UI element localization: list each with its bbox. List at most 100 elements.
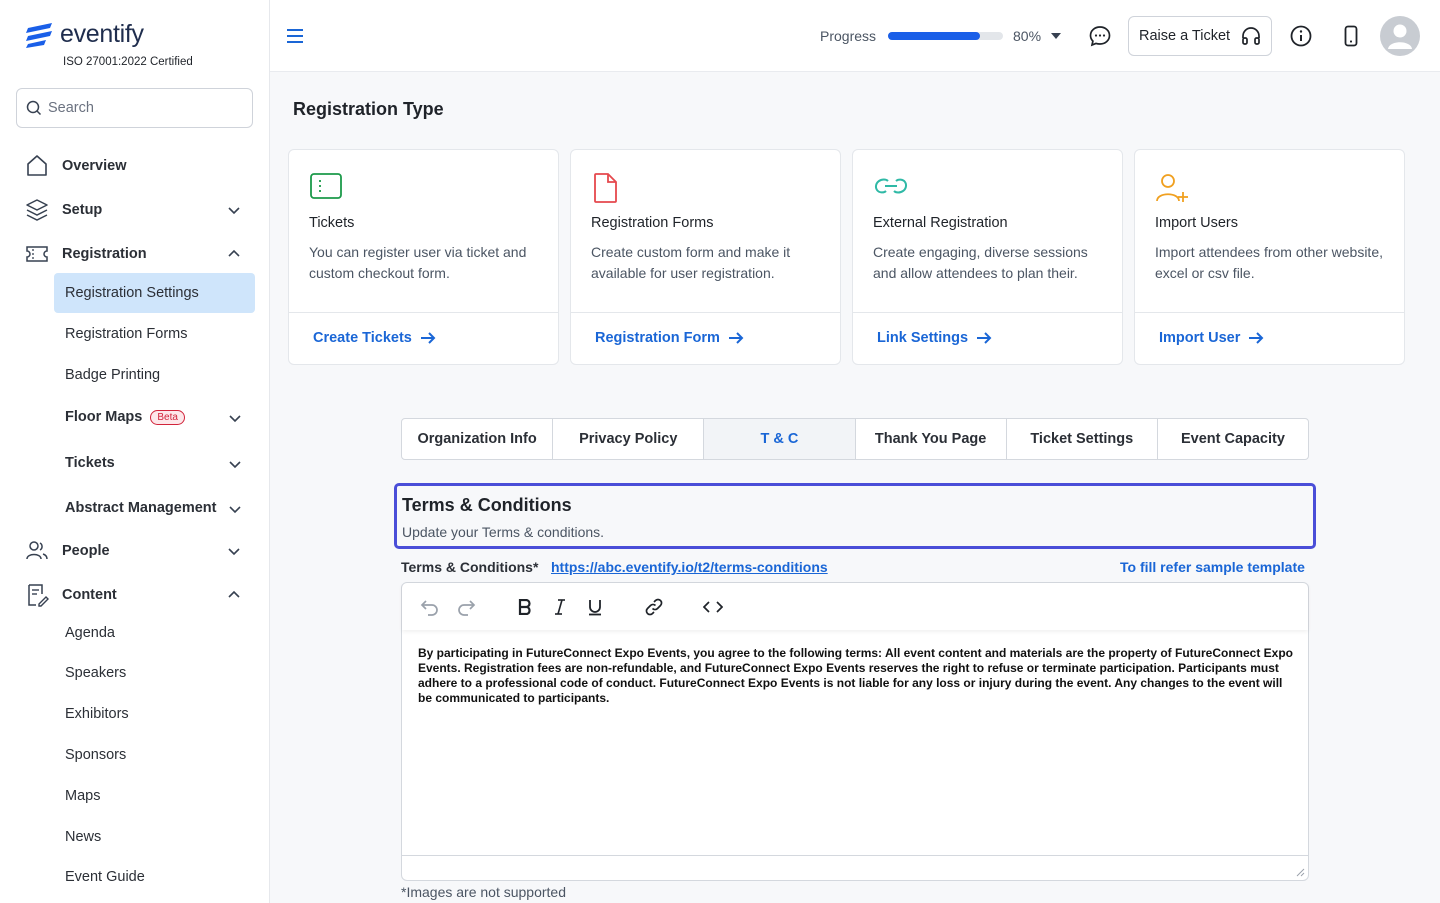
sidebar-item-setup[interactable]: Setup	[24, 192, 250, 228]
file-icon	[594, 173, 617, 203]
underline-icon	[589, 599, 601, 615]
card-divider	[289, 312, 558, 313]
sidebar-item-event-guide[interactable]: Event Guide	[54, 857, 255, 897]
sidebar-item-label: Event Guide	[65, 869, 145, 885]
terms-subtitle: Update your Terms & conditions.	[402, 524, 605, 540]
underline-button[interactable]	[584, 596, 606, 618]
import-user-link[interactable]: Import User	[1159, 330, 1264, 346]
chevron-down-icon[interactable]	[227, 410, 243, 426]
sidebar-item-label: Agenda	[65, 625, 115, 641]
sidebar-item-content[interactable]: Content	[24, 577, 250, 613]
sidebar-item-maps[interactable]: Maps	[54, 776, 255, 816]
tab-organization-info[interactable]: Organization Info	[402, 419, 554, 459]
card-link-label: Create Tickets	[313, 330, 412, 346]
menu-icon[interactable]	[286, 27, 304, 45]
bold-button[interactable]	[514, 596, 536, 618]
sidebar-item-label: Floor Maps	[65, 409, 143, 425]
terms-url-link[interactable]: https://abc.eventify.io/t2/terms-conditi…	[551, 559, 828, 575]
raise-ticket-label: Raise a Ticket	[1139, 28, 1231, 44]
sample-template-link[interactable]: To fill refer sample template	[1120, 559, 1305, 575]
redo-icon	[458, 600, 476, 616]
sidebar-item-overview[interactable]: Overview	[24, 148, 250, 184]
link-settings-link[interactable]: Link Settings	[877, 330, 992, 346]
terms-header-box: Terms & Conditions Update your Terms & c…	[394, 483, 1316, 549]
card-divider	[571, 312, 840, 313]
card-title: External Registration	[873, 215, 1008, 231]
tab-privacy-policy[interactable]: Privacy Policy	[553, 419, 705, 459]
mobile-icon[interactable]	[1339, 24, 1363, 48]
sidebar-item-people[interactable]: People	[24, 533, 250, 569]
link-icon	[874, 178, 908, 194]
progress-bar	[888, 32, 1003, 40]
progress-fill	[888, 32, 980, 40]
sidebar-item-abstract-management[interactable]: Abstract Management	[54, 488, 255, 528]
arrow-right-icon	[977, 332, 992, 344]
code-view-button[interactable]	[702, 596, 724, 618]
link-button[interactable]	[643, 596, 665, 618]
sidebar-item-label: People	[62, 543, 110, 559]
card-tickets: Tickets You can register user via ticket…	[288, 149, 559, 365]
search-box[interactable]	[16, 88, 253, 128]
terms-title: Terms & Conditions	[402, 495, 572, 515]
settings-tabs: Organization Info Privacy Policy T & C T…	[401, 418, 1309, 460]
chevron-up-icon[interactable]	[226, 587, 242, 603]
sidebar-item-registration-forms[interactable]: Registration Forms	[54, 314, 255, 354]
sidebar-item-news[interactable]: News	[54, 817, 255, 857]
create-tickets-link[interactable]: Create Tickets	[313, 330, 436, 346]
raise-ticket-button[interactable]: Raise a Ticket	[1128, 16, 1272, 56]
progress-label: Progress	[820, 28, 877, 44]
iso-certification: ISO 27001:2022 Certified	[63, 56, 193, 68]
registration-form-link[interactable]: Registration Form	[595, 330, 744, 346]
resize-handle-icon[interactable]	[1295, 867, 1305, 877]
info-icon[interactable]	[1289, 24, 1313, 48]
tab-event-capacity[interactable]: Event Capacity	[1158, 419, 1308, 459]
tab-thank-you-page[interactable]: Thank You Page	[856, 419, 1007, 459]
section-title: Registration Type	[293, 99, 444, 119]
link-insert-icon	[645, 598, 663, 616]
avatar[interactable]	[1380, 16, 1420, 56]
card-link-label: Link Settings	[877, 330, 969, 346]
sidebar-item-agenda[interactable]: Agenda	[54, 613, 255, 653]
card-registration-forms: Registration Forms Create custom form an…	[570, 149, 841, 365]
sidebar-item-tickets[interactable]: Tickets	[54, 443, 255, 483]
tab-terms-conditions[interactable]: T & C	[704, 419, 856, 459]
tab-ticket-settings[interactable]: Ticket Settings	[1007, 419, 1158, 459]
sidebar-item-label: Badge Printing	[65, 367, 161, 383]
sidebar-item-exhibitors[interactable]: Exhibitors	[54, 694, 255, 734]
search-input[interactable]	[48, 100, 238, 116]
editor-content[interactable]: By participating in FutureConnect Expo E…	[418, 646, 1294, 706]
sidebar-item-label: Speakers	[65, 665, 127, 681]
top-bar: Progress 80% Raise a Ticket	[270, 0, 1440, 72]
brand-logo[interactable]: eventify	[24, 20, 144, 49]
chat-icon[interactable]	[1088, 24, 1112, 48]
chevron-down-icon[interactable]	[227, 456, 243, 472]
chevron-up-icon[interactable]	[226, 246, 242, 262]
caret-down-icon[interactable]	[1051, 33, 1061, 39]
sidebar-item-registration-settings[interactable]: Registration Settings	[54, 273, 255, 313]
card-description: Import attendees from other website, exc…	[1155, 244, 1383, 281]
editor-toolbar	[402, 583, 1308, 630]
card-title: Tickets	[309, 215, 355, 231]
home-icon	[27, 155, 47, 176]
italic-button[interactable]	[549, 596, 571, 618]
arrow-right-icon	[420, 332, 436, 344]
sidebar-item-sponsors[interactable]: Sponsors	[54, 735, 255, 775]
chevron-down-icon[interactable]	[226, 543, 242, 559]
sidebar-item-floor-maps[interactable]: Floor Maps Beta	[54, 397, 255, 437]
undo-button[interactable]	[419, 596, 441, 618]
sidebar-item-badge-printing[interactable]: Badge Printing	[54, 355, 255, 395]
chevron-down-icon[interactable]	[227, 501, 243, 517]
redo-button[interactable]	[455, 596, 477, 618]
sidebar-item-registration[interactable]: Registration	[24, 236, 250, 272]
images-not-supported-note: *Images are not supported	[401, 884, 566, 900]
undo-icon	[420, 600, 438, 616]
ticket-outline-icon	[310, 173, 342, 199]
card-divider	[1135, 312, 1404, 313]
sidebar-item-label: Tickets	[65, 455, 115, 471]
chevron-down-icon[interactable]	[226, 202, 242, 218]
sidebar-item-label: Maps	[65, 788, 101, 804]
code-icon	[703, 601, 723, 613]
people-icon	[26, 541, 48, 560]
terms-field-label: Terms & Conditions*	[401, 559, 539, 575]
sidebar-item-speakers[interactable]: Speakers	[54, 653, 255, 693]
